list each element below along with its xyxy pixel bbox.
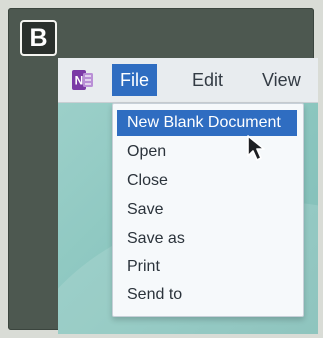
menu-item-new-blank-document[interactable]: New Blank Document <box>117 110 297 136</box>
app-screen: N File Edit View New Blank Document Open… <box>58 58 318 334</box>
menu-bar: N File Edit View <box>58 58 318 102</box>
menu-item-close[interactable]: Close <box>117 168 297 194</box>
menu-item-open[interactable]: Open <box>117 139 297 165</box>
menu-view[interactable]: View <box>254 64 309 96</box>
panel-label-badge: B <box>20 20 57 56</box>
menu-item-save-as[interactable]: Save as <box>117 226 297 252</box>
menu-item-send-to[interactable]: Send to <box>117 282 297 308</box>
menu-item-save[interactable]: Save <box>117 197 297 223</box>
menu-item-print[interactable]: Print <box>117 254 297 280</box>
file-dropdown-menu: New Blank Document Open Close Save Save … <box>112 103 304 317</box>
arrow-pointer-icon <box>247 135 265 161</box>
menu-file[interactable]: File <box>112 64 158 96</box>
menu-edit[interactable]: Edit <box>184 64 231 96</box>
onenote-icon-letter: N <box>75 74 84 88</box>
onenote-icon[interactable]: N <box>72 69 94 91</box>
